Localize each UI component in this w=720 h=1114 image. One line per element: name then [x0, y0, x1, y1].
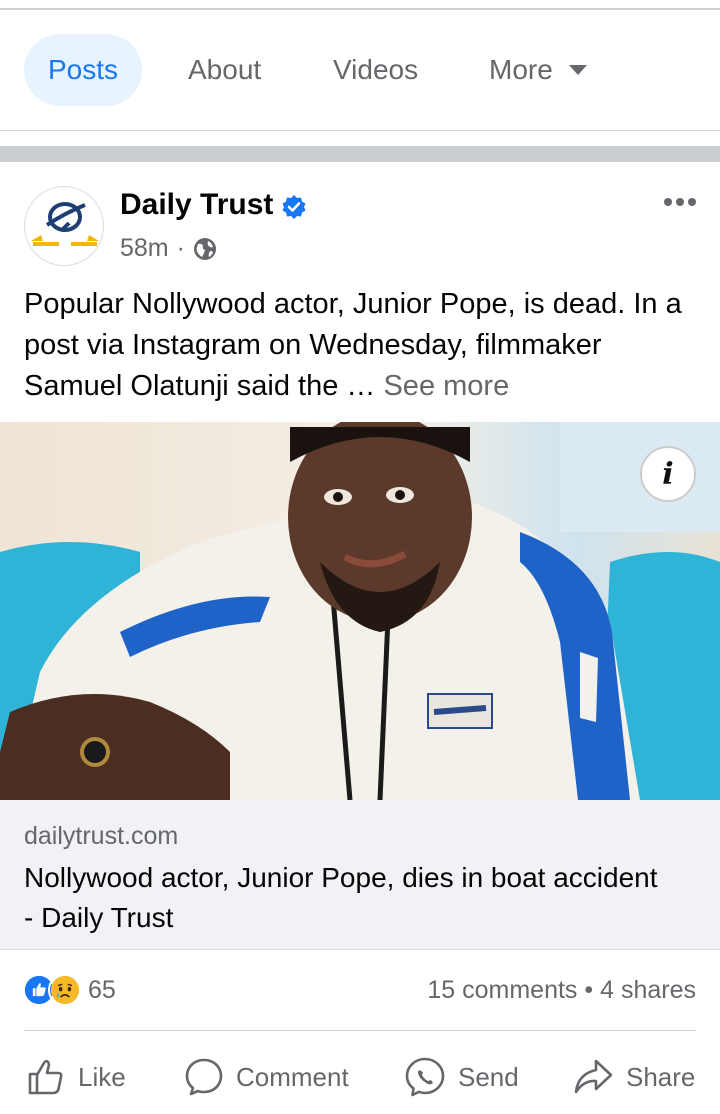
- comment-button[interactable]: Comment: [184, 1052, 349, 1102]
- post-time[interactable]: 58m: [120, 234, 169, 263]
- engagement-counts: 15 comments • 4 shares: [427, 976, 696, 1005]
- send-label: Send: [458, 1061, 519, 1092]
- comment-label: Comment: [236, 1061, 349, 1092]
- feed-separator: [0, 146, 720, 162]
- daily-trust-logo-icon: [31, 202, 99, 246]
- share-icon: [574, 1059, 613, 1094]
- tab-more[interactable]: More: [489, 34, 587, 106]
- verified-badge-icon: [282, 195, 306, 219]
- actions-divider: [24, 1030, 696, 1031]
- post-body: Popular Nollywood actor, Junior Pope, is…: [24, 288, 682, 402]
- page-name[interactable]: Daily Trust: [120, 188, 273, 222]
- tab-videos[interactable]: Videos: [333, 34, 418, 106]
- tab-more-label: More: [489, 54, 553, 85]
- tabs-divider: [0, 130, 720, 131]
- comments-count[interactable]: 15 comments: [427, 976, 577, 1004]
- tab-posts[interactable]: Posts: [24, 34, 143, 106]
- man-in-hoodie-photo: [0, 422, 720, 800]
- sad-reaction-icon: [48, 973, 82, 1007]
- post-text: Popular Nollywood actor, Junior Pope, is…: [24, 284, 704, 407]
- more-options-icon[interactable]: [660, 190, 700, 214]
- profile-tabs: Posts About Videos More: [0, 10, 720, 130]
- link-title: Nollywood actor, Junior Pope, dies in bo…: [24, 862, 658, 933]
- link-domain: dailytrust.com: [24, 822, 179, 850]
- like-label: Like: [78, 1061, 126, 1092]
- globe-icon: [193, 237, 216, 260]
- caret-down-icon: [568, 64, 587, 75]
- reaction-count: 65: [88, 975, 116, 1004]
- reactions-summary[interactable]: 65: [22, 973, 116, 1007]
- post-image[interactable]: [0, 422, 720, 800]
- shares-count[interactable]: 4 shares: [600, 976, 696, 1004]
- like-button[interactable]: Like: [26, 1052, 126, 1102]
- tab-about[interactable]: About: [188, 34, 261, 106]
- comment-icon: [185, 1058, 223, 1096]
- messenger-icon: [405, 1057, 445, 1097]
- link-preview[interactable]: dailytrust.com Nollywood actor, Junior P…: [0, 800, 720, 950]
- counts-separator: •: [584, 976, 594, 1004]
- send-button[interactable]: Send: [404, 1052, 519, 1102]
- see-more-link[interactable]: See more: [383, 370, 509, 402]
- info-icon[interactable]: i: [640, 446, 696, 502]
- thumbs-up-icon: [28, 1059, 63, 1095]
- meta-dot: ·: [176, 234, 185, 262]
- share-button[interactable]: Share: [572, 1052, 695, 1102]
- share-label: Share: [626, 1061, 696, 1092]
- page-avatar[interactable]: [24, 186, 104, 266]
- post-meta: 58m ·: [120, 234, 217, 263]
